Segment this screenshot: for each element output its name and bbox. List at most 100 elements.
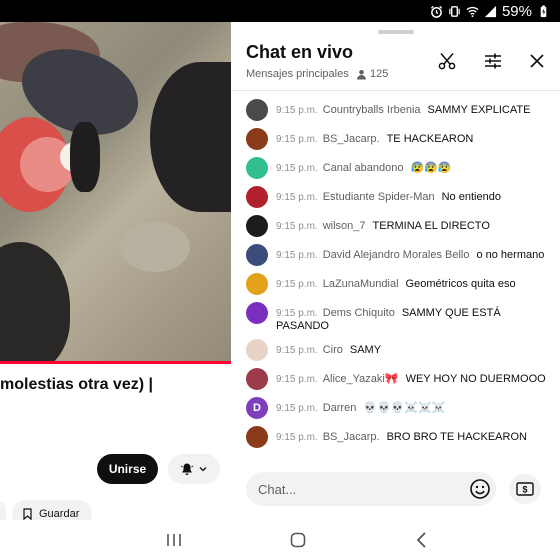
message-content: 9:15 p.m. David Alejandro Morales Bello o …: [276, 244, 548, 262]
avatar[interactable]: [246, 302, 268, 324]
message-content: 9:15 p.m. Ciro SAMY: [276, 339, 548, 357]
chat-message[interactable]: 9:15 p.m. wilson_7 TERMINA EL DIRECTO: [232, 212, 560, 241]
close-icon: [530, 54, 544, 68]
chat-message[interactable]: D 9:15 p.m. Darren 💀💀💀☠️☠️☠️: [232, 394, 560, 423]
chat-message[interactable]: 9:15 p.m. Dems Chiquito SAMMY QUE ESTÁ PAS…: [232, 299, 560, 336]
video-title[interactable]: molestias otra vez) |: [0, 376, 231, 394]
bookmark-icon: [23, 508, 32, 520]
chat-message[interactable]: 9:15 p.m. Countryballs Irbenia SAMMY EXPLI…: [232, 96, 560, 125]
message-author[interactable]: wilson_7: [323, 220, 366, 232]
divider: [232, 90, 560, 91]
message-author[interactable]: Countryballs Irbenia: [323, 104, 421, 116]
message-text: TE HACKEARON: [386, 133, 474, 145]
message-content: 9:15 p.m. BS_Jacarp. TE HACKEARON: [276, 128, 548, 146]
video-frame-object: [150, 62, 231, 212]
avatar[interactable]: [246, 426, 268, 448]
chat-message[interactable]: 9:15 p.m. Ciro SAMY: [232, 336, 560, 365]
vibrate-icon: [449, 6, 460, 17]
message-timestamp: 9:15 p.m.: [276, 221, 318, 232]
close-chat-button[interactable]: [526, 50, 548, 72]
home-icon: [290, 532, 306, 548]
message-timestamp: 9:15 p.m.: [276, 192, 318, 203]
message-text: SAMMY EXPLICATE: [427, 104, 531, 116]
video-progress-bar[interactable]: [0, 361, 231, 364]
message-timestamp: 9:15 p.m.: [276, 432, 318, 443]
status-bar: 59%: [0, 0, 560, 22]
video-frame-object: [70, 122, 100, 192]
avatar[interactable]: [246, 186, 268, 208]
message-author[interactable]: Darren: [323, 402, 357, 414]
message-content: 9:15 p.m. wilson_7 TERMINA EL DIRECTO: [276, 215, 548, 233]
chat-message[interactable]: 9:15 p.m. Estudiante Spider-Man No entiend…: [232, 183, 560, 212]
screen: 59% molestias otra vez) | Unirse Guardar…: [0, 0, 560, 560]
video-frame-object: [0, 242, 70, 362]
avatar[interactable]: [246, 215, 268, 237]
message-text: No entiendo: [441, 191, 501, 203]
super-chat-button[interactable]: $: [509, 474, 541, 504]
avatar[interactable]: [246, 368, 268, 390]
svg-text:$: $: [522, 485, 527, 495]
message-author[interactable]: David Alejandro Morales Bello: [323, 249, 470, 261]
chat-message[interactable]: 9:15 p.m. BS_Jacarp. TE HACKEARON: [232, 125, 560, 154]
chevron-down-icon: [199, 467, 207, 472]
clip-button[interactable]: [436, 50, 458, 72]
join-button[interactable]: Unirse: [97, 454, 158, 484]
message-author[interactable]: LaZunaMundial: [323, 278, 399, 290]
message-content: 9:15 p.m. BS_Jacarp. BRO BRO TE HACKEARON: [276, 426, 548, 444]
message-timestamp: 9:15 p.m.: [276, 105, 318, 116]
avatar[interactable]: [246, 128, 268, 150]
message-text: SAMY: [349, 344, 382, 356]
message-author[interactable]: Alice_Yazaki🎀: [323, 373, 399, 385]
message-author[interactable]: Canal abandono: [323, 162, 404, 174]
message-author[interactable]: Dems Chiquito: [323, 307, 395, 319]
recents-button[interactable]: [162, 528, 186, 552]
message-text: WEY HOY NO DUERMOOO: [405, 373, 546, 385]
scissors-icon: [438, 53, 456, 70]
video-frame-object: [120, 222, 190, 272]
avatar[interactable]: D: [246, 397, 268, 419]
chat-message[interactable]: 9:15 p.m. LaZunaMundial Geométricos quita …: [232, 270, 560, 299]
avatar[interactable]: [246, 273, 268, 295]
back-button[interactable]: [410, 528, 434, 552]
message-timestamp: 9:15 p.m.: [276, 345, 318, 356]
drag-handle[interactable]: [378, 30, 414, 34]
chat-message-list[interactable]: 9:15 p.m. Countryballs Irbenia SAMMY EXPLI…: [232, 96, 560, 468]
signal-icon: [484, 5, 497, 18]
emoji-icon[interactable]: [468, 477, 492, 501]
back-icon: [416, 532, 426, 548]
chat-message[interactable]: 9:15 p.m. BS_Jacarp. BRO BRO TE HACKEARON: [232, 423, 560, 452]
avatar[interactable]: [246, 339, 268, 361]
message-author[interactable]: Estudiante Spider-Man: [323, 191, 435, 203]
message-timestamp: 9:15 p.m.: [276, 163, 318, 174]
save-label: Guardar: [39, 508, 80, 520]
message-content: 9:15 p.m. LaZunaMundial Geométricos quita …: [276, 273, 548, 291]
chat-title: Chat en vivo: [246, 42, 354, 62]
avatar[interactable]: [246, 244, 268, 266]
message-author[interactable]: BS_Jacarp.: [323, 431, 380, 443]
chat-input[interactable]: [258, 472, 458, 506]
chat-settings-button[interactable]: [482, 50, 504, 72]
message-timestamp: 9:15 p.m.: [276, 250, 318, 261]
message-text: Geométricos quita eso: [405, 278, 516, 290]
viewer-count-value: 125: [370, 68, 389, 80]
avatar[interactable]: [246, 157, 268, 179]
notifications-button[interactable]: [168, 454, 220, 484]
avatar[interactable]: [246, 99, 268, 121]
message-author[interactable]: Ciro: [323, 344, 343, 356]
chat-mode-selector[interactable]: Mensajes principales: [246, 68, 349, 80]
video-player[interactable]: [0, 22, 231, 362]
chat-input-container[interactable]: [246, 472, 496, 506]
message-text: BRO BRO TE HACKEARON: [386, 431, 527, 443]
message-content: 9:15 p.m. Darren 💀💀💀☠️☠️☠️: [276, 397, 548, 415]
bell-icon: [180, 463, 194, 475]
message-author[interactable]: BS_Jacarp.: [323, 133, 380, 145]
chat-message[interactable]: 9:15 p.m. David Alejandro Morales Bello o …: [232, 241, 560, 270]
battery-percent: 59%: [501, 3, 532, 20]
live-chat-panel: Chat en vivo Mensajes principales 125 9:…: [232, 22, 560, 520]
viewer-count: 125: [356, 68, 388, 80]
chat-message[interactable]: 9:15 p.m. Alice_Yazaki🎀 WEY HOY NO DUERMOO…: [232, 365, 560, 394]
wifi-icon: [466, 6, 479, 18]
chat-message[interactable]: 9:15 p.m. Canal abandono 😰😰😰: [232, 154, 560, 183]
home-button[interactable]: [286, 528, 310, 552]
message-text: TERMINA EL DIRECTO: [372, 220, 490, 232]
